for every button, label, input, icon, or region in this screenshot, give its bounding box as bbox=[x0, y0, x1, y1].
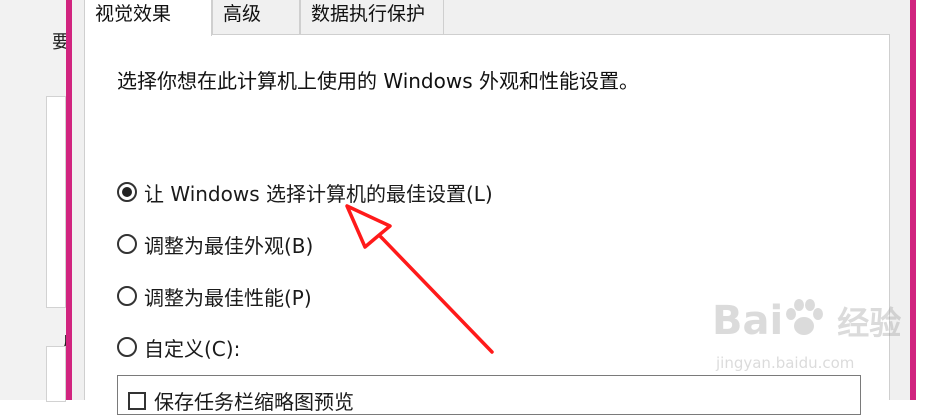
panel-description: 选择你想在此计算机上使用的 Windows 外观和性能设置。 bbox=[117, 69, 639, 93]
option-let-windows-choose[interactable]: 让 Windows 选择计算机的最佳设置(L) bbox=[117, 177, 493, 207]
paw-icon bbox=[786, 299, 823, 335]
option-best-appearance[interactable]: 调整为最佳外观(B) bbox=[117, 229, 313, 259]
option-custom-label: 自定义(C): bbox=[144, 336, 241, 361]
window-border-right bbox=[910, 0, 916, 400]
background-window-field-top bbox=[46, 96, 66, 308]
tab-visual-effects[interactable]: 视觉效果 bbox=[84, 0, 212, 36]
tab-data-execution-prevention-label: 数据执行保护 bbox=[311, 3, 426, 25]
watermark-brand-cn: 经验 bbox=[837, 304, 902, 342]
option-best-appearance-label: 调整为最佳外观(B) bbox=[144, 233, 314, 258]
option-let-windows-choose-label: 让 Windows 选择计算机的最佳设置(L) bbox=[144, 181, 493, 206]
radio-let-windows-choose[interactable] bbox=[117, 182, 137, 202]
radio-best-appearance[interactable] bbox=[117, 234, 137, 254]
option-custom[interactable]: 自定义(C): bbox=[117, 332, 240, 362]
checkbox-taskbar-thumbnail-preview[interactable] bbox=[128, 391, 146, 410]
watermark-url: jingyan.baidu.com bbox=[716, 354, 855, 372]
tab-visual-effects-label: 视觉效果 bbox=[95, 3, 172, 25]
tab-advanced-label: 高级 bbox=[223, 3, 262, 25]
watermark-brand-latin: Bai bbox=[712, 298, 784, 344]
effect-taskbar-thumbnail-preview-label: 保存任务栏缩略图预览 bbox=[154, 390, 354, 414]
background-window-field-bottom bbox=[46, 346, 66, 402]
radio-best-performance[interactable] bbox=[117, 286, 137, 306]
tab-data-execution-prevention[interactable]: 数据执行保护 bbox=[300, 0, 444, 34]
tab-advanced[interactable]: 高级 bbox=[212, 0, 300, 34]
baidu-jingyan-watermark: Bai 经验 jingyan.baidu.com bbox=[712, 290, 901, 390]
effect-taskbar-thumbnail-preview[interactable]: 保存任务栏缩略图预览 bbox=[128, 386, 354, 414]
option-best-performance-label: 调整为最佳性能(P) bbox=[144, 285, 312, 310]
option-best-performance[interactable]: 调整为最佳性能(P) bbox=[117, 281, 312, 311]
radio-custom[interactable] bbox=[117, 337, 137, 357]
background-window: 要 丿 bbox=[0, 0, 74, 402]
